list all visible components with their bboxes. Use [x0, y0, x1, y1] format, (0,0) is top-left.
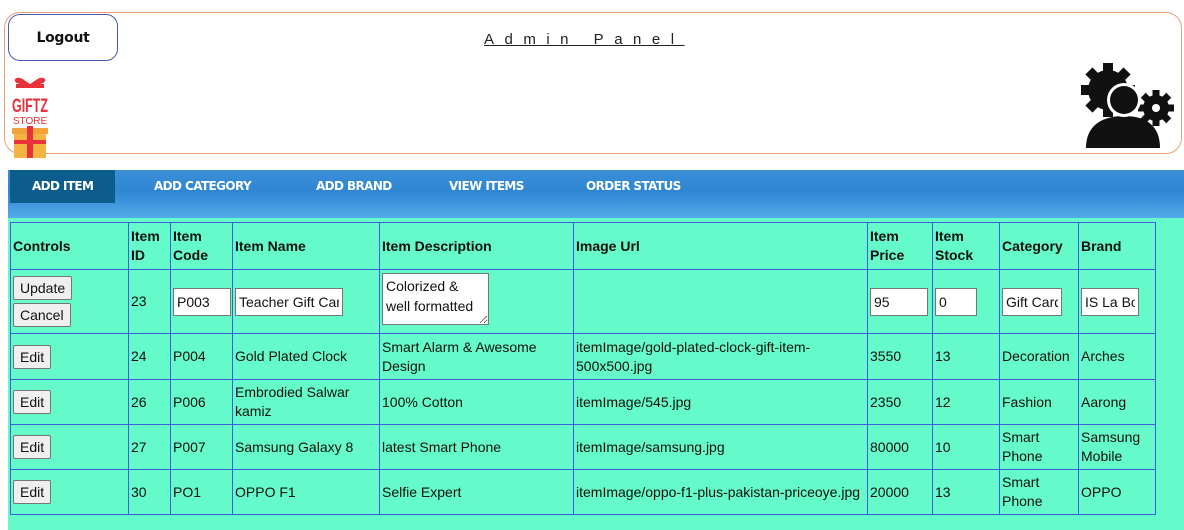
cell-brand: Arches	[1078, 333, 1156, 380]
cell-item-price: 80000	[867, 424, 933, 470]
nav-order-status[interactable]: ORDER STATUS	[586, 170, 681, 203]
edit-description-cell: Colorized & well formatted	[379, 269, 574, 334]
nav-add-brand[interactable]: ADD BRAND	[316, 170, 392, 203]
controls-cell: Edit	[10, 469, 129, 515]
cell-image-url: itemImage/samsung.jpg	[573, 424, 868, 470]
cell-item-price: 20000	[867, 469, 933, 515]
edit-brand-cell	[1078, 269, 1156, 334]
cell-item-id: 27	[128, 424, 171, 470]
item-code-input[interactable]	[173, 287, 231, 316]
logout-button[interactable]: Logout	[8, 14, 118, 61]
nav-view-items[interactable]: VIEW ITEMS	[449, 170, 524, 203]
cell-brand: Samsung Mobile	[1078, 424, 1156, 470]
cell-item-description: latest Smart Phone	[379, 424, 574, 470]
edit-code-cell	[170, 269, 233, 334]
cell-category: Fashion	[999, 379, 1079, 425]
edit-price-cell	[867, 269, 933, 334]
update-button[interactable]: Update	[13, 276, 73, 300]
table-row: Edit 30 PO1 OPPO F1 Selfie Expert itemIm…	[10, 469, 1156, 515]
logo-text: GIFTZ	[12, 96, 48, 117]
cell-brand: Aarong	[1078, 379, 1156, 425]
cell-item-stock: 12	[932, 379, 1000, 425]
cell-item-description: Smart Alarm & Awesome Design	[379, 333, 574, 380]
cell-image-url: itemImage/545.jpg	[573, 379, 868, 425]
items-table-container: Controls Item ID Item Code Item Name Ite…	[8, 218, 1184, 530]
header-category: Category	[999, 222, 1079, 270]
cell-item-id: 30	[128, 469, 171, 515]
header-item-price: Item Price	[867, 222, 933, 270]
cell-item-id: 24	[128, 333, 171, 380]
cell-item-name: Embrodied Salwar kamiz	[232, 379, 380, 425]
edit-name-cell	[232, 269, 380, 334]
cell-item-price: 3550	[867, 333, 933, 380]
edit-controls-cell: Update Cancel	[10, 269, 129, 334]
cell-image-url: itemImage/gold-plated-clock-gift-item-50…	[573, 333, 868, 380]
cell-item-id: 26	[128, 379, 171, 425]
cancel-button[interactable]: Cancel	[13, 303, 71, 327]
cell-item-stock: 10	[932, 424, 1000, 470]
edit-button[interactable]: Edit	[13, 344, 52, 369]
header-item-code: Item Code	[170, 222, 233, 270]
cell-item-name: Gold Plated Clock	[232, 333, 380, 380]
cell-item-id: 23	[128, 269, 171, 334]
category-input[interactable]	[1002, 287, 1062, 316]
header-image-url: Image Url	[573, 222, 868, 270]
table-row: Edit 26 P006 Embrodied Salwar kamiz 100%…	[10, 379, 1156, 425]
cell-item-stock: 13	[932, 469, 1000, 515]
cell-item-code: PO1	[170, 469, 233, 515]
nav-add-category[interactable]: ADD CATEGORY	[154, 170, 252, 203]
table-row: Edit 24 P004 Gold Plated Clock Smart Ala…	[10, 333, 1156, 380]
logo-subtext: STORE	[13, 116, 48, 127]
edit-stock-cell	[932, 269, 1000, 334]
cell-item-code: P004	[170, 333, 233, 380]
page-title[interactable]: Admin Panel	[484, 31, 685, 48]
cell-item-name: OPPO F1	[232, 469, 380, 515]
cell-category: Decoration	[999, 333, 1079, 380]
items-table: Controls Item ID Item Code Item Name Ite…	[10, 222, 1156, 515]
cell-brand: OPPO	[1078, 469, 1156, 515]
cell-item-name: Samsung Galaxy 8	[232, 424, 380, 470]
header-item-stock: Item Stock	[932, 222, 1000, 270]
item-price-input[interactable]	[870, 287, 928, 316]
cell-image-url	[573, 269, 868, 334]
admin-nav-bar: ADD ITEM ADD CATEGORY ADD BRAND VIEW ITE…	[8, 170, 1184, 218]
edit-category-cell	[999, 269, 1079, 334]
cell-item-code: P006	[170, 379, 233, 425]
cell-item-description: Selfie Expert	[379, 469, 574, 515]
header-controls: Controls	[10, 222, 129, 270]
controls-cell: Edit	[10, 333, 129, 380]
cell-item-code: P007	[170, 424, 233, 470]
controls-cell: Edit	[10, 379, 129, 425]
admin-gear-icon	[1081, 63, 1174, 148]
item-stock-input[interactable]	[935, 287, 977, 316]
cell-item-stock: 13	[932, 333, 1000, 380]
cell-item-price: 2350	[867, 379, 933, 425]
header-brand: Brand	[1078, 222, 1156, 270]
table-row: Edit 27 P007 Samsung Galaxy 8 latest Sma…	[10, 424, 1156, 470]
edit-button[interactable]: Edit	[13, 435, 52, 459]
giftz-store-logo: GIFTZ STORE	[12, 77, 48, 158]
controls-cell: Edit	[10, 424, 129, 470]
brand-input[interactable]	[1081, 287, 1139, 316]
cell-category: Smart Phone	[999, 424, 1079, 470]
header-item-id: Item ID	[128, 222, 171, 270]
cell-item-description: 100% Cotton	[379, 379, 574, 425]
table-header-row: Controls Item ID Item Code Item Name Ite…	[10, 222, 1156, 270]
edit-button[interactable]: Edit	[13, 480, 52, 504]
item-description-textarea[interactable]: Colorized & well formatted	[382, 273, 489, 325]
nav-add-item[interactable]: ADD ITEM	[10, 170, 116, 203]
header-item-name: Item Name	[232, 222, 380, 270]
header-item-description: Item Description	[379, 222, 574, 270]
edit-button[interactable]: Edit	[13, 390, 52, 414]
item-name-input[interactable]	[235, 287, 343, 316]
table-row-editing: Update Cancel 23 Colorized & well format…	[10, 269, 1156, 334]
cell-image-url: itemImage/oppo-f1-plus-pakistan-priceoye…	[573, 469, 868, 515]
cell-category: Smart Phone	[999, 469, 1079, 515]
